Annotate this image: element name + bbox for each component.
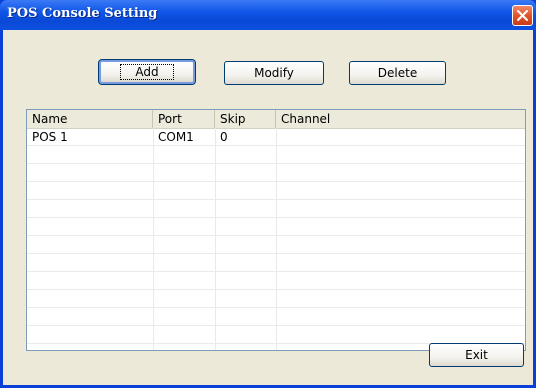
empty-row	[27, 326, 525, 344]
table-row[interactable]: POS 1 COM1 0	[27, 128, 525, 146]
close-icon	[517, 10, 528, 21]
empty-row	[27, 290, 525, 308]
add-button[interactable]: Add	[98, 59, 196, 85]
empty-row	[27, 272, 525, 290]
exit-button-label: Exit	[465, 348, 488, 362]
column-header-name[interactable]: Name	[27, 110, 153, 128]
modify-button[interactable]: Modify	[224, 61, 324, 85]
window-title: POS Console Setting	[7, 6, 158, 21]
column-header-channel[interactable]: Channel	[276, 110, 525, 128]
dialog-body: Add Modify Delete Name Port Skip Channel…	[3, 30, 533, 385]
list-header: Name Port Skip Channel	[27, 110, 525, 129]
empty-row	[27, 164, 525, 182]
exit-button[interactable]: Exit	[429, 343, 524, 367]
add-button-label: Add	[120, 64, 174, 80]
column-header-skip[interactable]: Skip	[215, 110, 276, 128]
empty-row	[27, 236, 525, 254]
delete-button[interactable]: Delete	[349, 61, 446, 85]
column-header-port[interactable]: Port	[153, 110, 215, 128]
empty-row	[27, 182, 525, 200]
modify-button-label: Modify	[254, 66, 294, 80]
close-button[interactable]	[512, 5, 533, 26]
pos-list-view[interactable]: Name Port Skip Channel POS 1 COM1 0	[26, 109, 526, 351]
empty-row	[27, 218, 525, 236]
cell-port: COM1	[158, 130, 194, 144]
empty-row	[27, 146, 525, 164]
empty-row	[27, 308, 525, 326]
empty-row	[27, 200, 525, 218]
cell-name: POS 1	[32, 130, 68, 144]
cell-channel	[276, 128, 525, 146]
title-bar[interactable]: POS Console Setting	[0, 0, 536, 30]
cell-skip: 0	[220, 130, 228, 144]
delete-button-label: Delete	[377, 66, 418, 80]
empty-row	[27, 254, 525, 272]
pos-console-setting-dialog: POS Console Setting Add Modify Delete Na…	[0, 0, 536, 388]
